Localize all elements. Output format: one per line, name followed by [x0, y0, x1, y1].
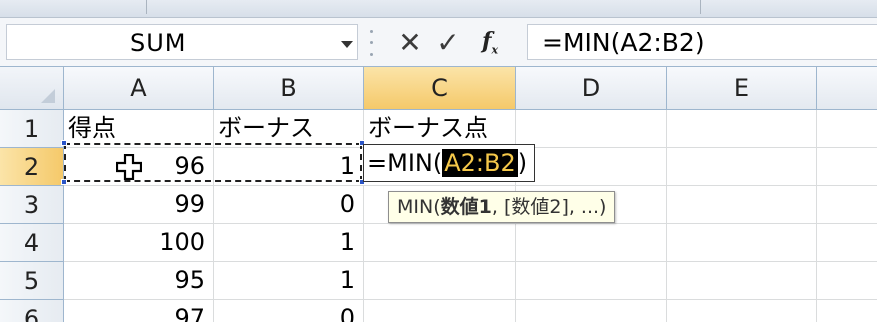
row-header-2[interactable]: 2: [0, 148, 64, 186]
cell-e3[interactable]: [667, 186, 817, 224]
tooltip-remaining-arguments: , [数値2], ...): [491, 196, 607, 218]
cell-b5[interactable]: 1: [214, 262, 364, 300]
cell-c4[interactable]: [364, 224, 516, 262]
name-box[interactable]: SUM: [6, 24, 358, 60]
insert-function-button[interactable]: fx: [468, 24, 512, 60]
cell-e2[interactable]: [667, 148, 817, 186]
cell-e4[interactable]: [667, 224, 817, 262]
row-header-5[interactable]: 5: [0, 262, 64, 300]
cell-a5[interactable]: 95: [64, 262, 214, 300]
formula-text: =MIN(A2:B2): [542, 28, 705, 57]
x-icon: ✕: [398, 25, 422, 59]
row-header-1[interactable]: 1: [0, 110, 64, 148]
formula-bar-buttons: ✕ ✓ fx: [380, 24, 527, 60]
cell-c2-editor[interactable]: =MIN(A2:B2): [363, 144, 535, 182]
cell-e1[interactable]: [667, 110, 817, 148]
cell-b3[interactable]: 0: [214, 186, 364, 224]
enter-button[interactable]: ✓: [430, 24, 466, 60]
function-tooltip: MIN(数値1, [数値2], ...): [388, 191, 616, 223]
select-all-button[interactable]: [0, 67, 64, 110]
cell-f5[interactable]: [817, 262, 877, 300]
formula-bar: SUM ✕ ✓ fx =MIN(A2:B2): [0, 18, 877, 66]
ribbon-separator: [700, 0, 701, 14]
cell-b2[interactable]: 1: [214, 148, 364, 186]
cell-b4[interactable]: 1: [214, 224, 364, 262]
cell-e5[interactable]: [667, 262, 817, 300]
cell-a4[interactable]: 100: [64, 224, 214, 262]
cell-b6[interactable]: 0: [214, 300, 364, 322]
cell-f4[interactable]: [817, 224, 877, 262]
edit-formula-prefix: =MIN(: [367, 149, 443, 177]
cell-f6[interactable]: [817, 300, 877, 322]
column-header-e[interactable]: E: [667, 67, 817, 110]
cell-d2[interactable]: [516, 148, 667, 186]
cell-d5[interactable]: [516, 262, 667, 300]
formula-bar-grip[interactable]: [366, 26, 376, 60]
cancel-button[interactable]: ✕: [390, 24, 430, 60]
function-icon: fx: [481, 27, 499, 57]
column-header-c[interactable]: C: [364, 67, 516, 110]
cell-b1[interactable]: ボーナス: [214, 110, 364, 148]
range-handle[interactable]: [61, 140, 67, 146]
column-header-f[interactable]: [817, 67, 877, 110]
column-header-b[interactable]: B: [214, 67, 364, 110]
select-all-triangle-icon: [41, 89, 55, 103]
column-header-a[interactable]: A: [64, 67, 214, 110]
cell-f1[interactable]: [817, 110, 877, 148]
edit-formula-suffix: ): [517, 149, 528, 177]
cell-c6[interactable]: [364, 300, 516, 322]
cell-d4[interactable]: [516, 224, 667, 262]
tooltip-function-name: MIN(: [397, 196, 441, 218]
range-handle[interactable]: [61, 179, 67, 185]
tooltip-current-argument: 数値1: [440, 196, 492, 218]
formula-input[interactable]: =MIN(A2:B2): [527, 24, 877, 60]
cell-a3[interactable]: 99: [64, 186, 214, 224]
cell-d1[interactable]: [516, 110, 667, 148]
cell-d6[interactable]: [516, 300, 667, 322]
cell-a6[interactable]: 97: [64, 300, 214, 322]
cell-c5[interactable]: [364, 262, 516, 300]
row-header-3[interactable]: 3: [0, 186, 64, 224]
check-icon: ✓: [436, 25, 460, 59]
column-header-d[interactable]: D: [516, 67, 667, 110]
cell-f3[interactable]: [817, 186, 877, 224]
row-header-6[interactable]: 6: [0, 300, 64, 322]
ribbon-separator: [146, 0, 147, 14]
row-header-4[interactable]: 4: [0, 224, 64, 262]
edit-formula-reference: A2:B2: [442, 149, 518, 177]
chevron-down-icon[interactable]: [341, 41, 353, 48]
cell-a1[interactable]: 得点: [64, 110, 214, 148]
worksheet-grid[interactable]: A B C D E 1 得点 ボーナス ボーナス点 2 96 1 3 99 0 …: [0, 66, 877, 322]
cell-e6[interactable]: [667, 300, 817, 322]
cell-f2[interactable]: [817, 148, 877, 186]
ribbon-strip: [0, 0, 877, 18]
cell-c1[interactable]: ボーナス点: [364, 110, 516, 148]
cell-select-cursor-icon: [116, 154, 142, 180]
name-box-value: SUM: [130, 29, 187, 57]
